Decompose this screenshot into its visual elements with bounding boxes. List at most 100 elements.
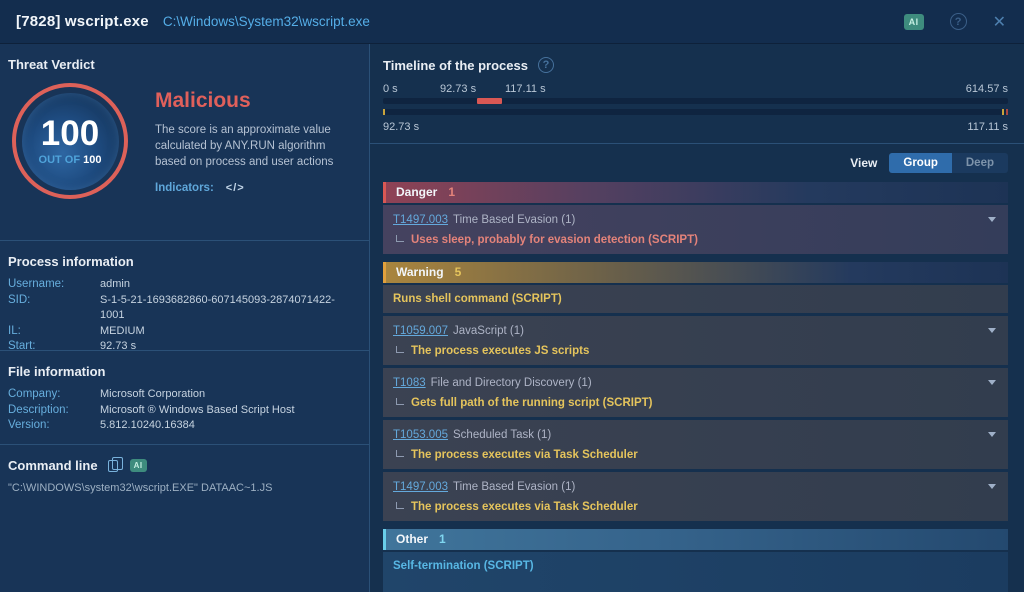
row-label: SID: (8, 293, 100, 324)
signal-block: Self-termination (SCRIPT) (383, 552, 1008, 592)
technique-block: T1059.007 JavaScript (1) The process exe… (383, 316, 1008, 365)
row-label: Version: (8, 418, 100, 434)
technique-block: T1083 File and Directory Discovery (1) G… (383, 368, 1008, 417)
technique-link[interactable]: T1053.005 (393, 429, 448, 441)
warning-group-header: Warning 5 (383, 262, 1008, 283)
danger-group: Danger 1 T1497.003 Time Based Evasion (1… (383, 182, 1008, 254)
tree-connector-icon (396, 346, 404, 353)
row-value: Microsoft ® Windows Based Script Host (100, 403, 295, 419)
score-value: 100 (41, 116, 99, 151)
timeline-zoom-start: 92.73 s (383, 121, 419, 133)
expand-caret-icon[interactable] (988, 484, 996, 489)
technique-name: Time Based Evasion (1) (453, 481, 575, 493)
timeline-title: Timeline of the process (383, 58, 528, 73)
timeline-label-total: 614.57 s (966, 83, 1008, 95)
score-ring: 100 OUT OF100 (12, 83, 128, 199)
timeline-label-start: 0 s (383, 83, 398, 95)
technique-link[interactable]: T1497.003 (393, 481, 448, 493)
row-value: admin (100, 277, 130, 293)
group-title: Danger (396, 182, 437, 203)
file-information-section: File information Company: Microsoft Corp… (0, 350, 369, 444)
code-indicators-icon[interactable]: </> (226, 182, 245, 194)
other-group: Other 1 Self-termination (SCRIPT) (383, 529, 1008, 592)
process-path: C:\Windows\System32\wscript.exe (163, 14, 370, 29)
event-tick (1002, 109, 1004, 115)
row-value: MEDIUM (100, 324, 145, 340)
technique-row: T1497.003 Time Based Evasion (1) (393, 211, 996, 228)
group-count: 1 (439, 529, 446, 550)
row-label: Description: (8, 403, 100, 419)
expand-caret-icon[interactable] (988, 217, 996, 222)
technique-detail-row: The process executes JS scripts (393, 344, 996, 358)
signal-text: Runs shell command (SCRIPT) (393, 293, 562, 305)
timeline-label-proc-end: 117.11 s (505, 83, 546, 95)
group-title: Warning (396, 262, 444, 283)
timeline-bottom-labels: 92.73 s 117.11 s (383, 121, 1008, 133)
file-information-title: File information (8, 364, 359, 379)
group-count: 1 (448, 182, 455, 203)
tree-connector-icon (396, 235, 404, 242)
group-title: Other (396, 529, 428, 550)
technique-name: Scheduled Task (1) (453, 429, 551, 441)
technique-link[interactable]: T1497.003 (393, 214, 448, 226)
tree-connector-icon (396, 502, 404, 509)
process-title: [7828] wscript.exe (16, 13, 149, 30)
row-label: Company: (8, 387, 100, 403)
command-line-title: Command line (8, 458, 98, 473)
technique-link[interactable]: T1059.007 (393, 325, 448, 337)
technique-name: JavaScript (1) (453, 325, 524, 337)
view-label: View (850, 156, 877, 170)
timeline-label-proc-start: 92.73 s (440, 83, 476, 95)
technique-row: T1059.007 JavaScript (1) (393, 322, 996, 339)
score-out-of-label: OUT OF (39, 154, 81, 166)
technique-row: T1497.003 Time Based Evasion (1) (393, 478, 996, 495)
indicators-label: Indicators: (155, 182, 214, 194)
verdict-description: The score is an approximate value calcul… (155, 122, 355, 170)
row-value: S-1-5-21-1693682860-607145093-2874071422… (100, 293, 359, 324)
technique-block: T1497.003 Time Based Evasion (1) Uses sl… (383, 205, 1008, 254)
process-details-window: [7828] wscript.exe C:\Windows\System32\w… (0, 0, 1024, 592)
warning-group: Warning 5 Runs shell command (SCRIPT) T1… (383, 262, 1008, 521)
technique-row: T1083 File and Directory Discovery (1) (393, 374, 996, 391)
info-row-sid: SID: S-1-5-21-1693682860-607145093-28740… (8, 293, 359, 324)
expand-caret-icon[interactable] (988, 328, 996, 333)
score-out-of-value: 100 (83, 154, 101, 166)
row-label: Username: (8, 277, 100, 293)
verdict-label: Malicious (155, 89, 355, 113)
technique-detail: Gets full path of the running script (SC… (411, 397, 653, 409)
view-group-button[interactable]: Group (889, 153, 952, 173)
expand-caret-icon[interactable] (988, 380, 996, 385)
timeline-overview-bar[interactable] (383, 98, 1008, 104)
timeline-zoomed-bar[interactable] (383, 109, 1008, 115)
timeline-zoom-end: 117.11 s (967, 121, 1008, 133)
signal-text: Self-termination (SCRIPT) (393, 560, 534, 572)
event-tick (1006, 109, 1008, 115)
other-group-header: Other 1 (383, 529, 1008, 550)
ai-badge[interactable]: AI (904, 14, 924, 30)
help-icon[interactable]: ? (538, 57, 554, 73)
process-information-title: Process information (8, 254, 359, 269)
event-tick (383, 109, 385, 115)
signal-block: Runs shell command (SCRIPT) (383, 285, 1008, 313)
process-lifetime-segment[interactable] (477, 98, 502, 104)
close-icon[interactable]: ✕ (993, 12, 1006, 32)
tree-connector-icon (396, 398, 404, 405)
copy-icon[interactable] (108, 460, 118, 472)
technique-detail-row: Gets full path of the running script (SC… (393, 396, 996, 410)
technique-block: T1497.003 Time Based Evasion (1) The pro… (383, 472, 1008, 521)
technique-detail: The process executes via Task Scheduler (411, 501, 638, 513)
technique-name: File and Directory Discovery (1) (431, 377, 592, 389)
technique-detail-row: Uses sleep, probably for evasion detecti… (393, 233, 996, 247)
timeline-top-labels: 0 s 92.73 s 117.11 s 614.57 s (383, 83, 1008, 92)
technique-block: T1053.005 Scheduled Task (1) The process… (383, 420, 1008, 469)
technique-detail: The process executes JS scripts (411, 345, 589, 357)
technique-link[interactable]: T1083 (393, 377, 426, 389)
ai-badge[interactable]: AI (130, 459, 147, 472)
view-deep-button[interactable]: Deep (952, 153, 1008, 173)
row-value: Microsoft Corporation (100, 387, 205, 403)
technique-detail: Uses sleep, probably for evasion detecti… (411, 234, 698, 246)
command-line-section: Command line AI "C:\WINDOWS\system32\wsc… (0, 444, 369, 592)
help-icon[interactable]: ? (950, 13, 967, 30)
expand-caret-icon[interactable] (988, 432, 996, 437)
process-information-section: Process information Username: admin SID:… (0, 240, 369, 350)
